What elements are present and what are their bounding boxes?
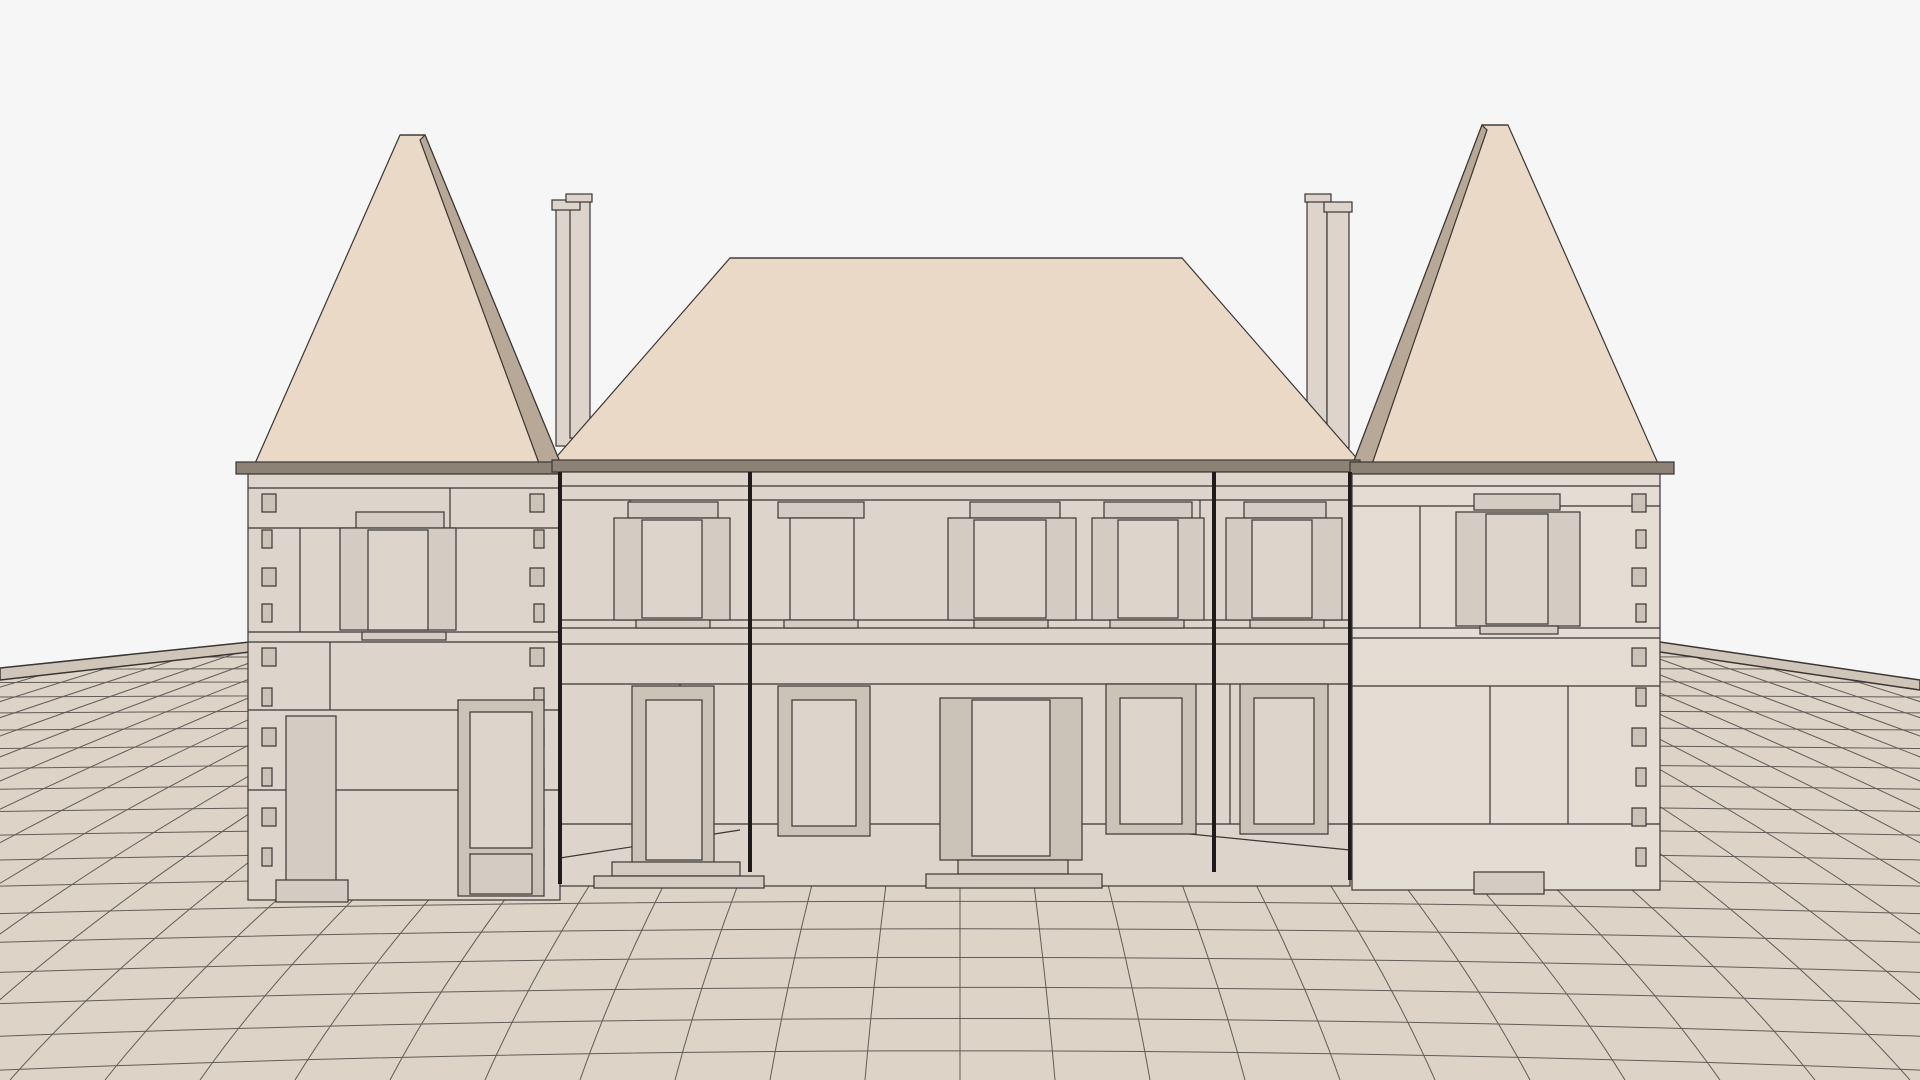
window-center-lower-4	[1239, 683, 1329, 835]
step-right-pavilion	[1473, 871, 1545, 895]
window-center-upper-4	[1091, 501, 1205, 629]
window-center-upper-1	[613, 501, 731, 629]
chimney-left	[551, 193, 593, 447]
window-left-pavilion-upper	[339, 511, 457, 641]
window-right-pavilion-upper	[1455, 493, 1581, 635]
door-left-pavilion	[457, 699, 545, 897]
wall-center	[558, 471, 1352, 889]
step-left-pavilion	[275, 879, 349, 903]
panel-left-pavilion-lower	[285, 715, 337, 883]
window-center-upper-5	[1225, 501, 1343, 629]
window-center-lower-3	[1105, 683, 1197, 835]
door-center-main	[925, 697, 1103, 889]
wall-right-pavilion	[1351, 473, 1661, 895]
wall-left-pavilion	[247, 473, 561, 903]
window-center-lower-2	[777, 685, 871, 837]
window-center-upper-2	[777, 501, 865, 629]
viewport	[0, 0, 1920, 1080]
window-center-upper-3	[947, 501, 1077, 629]
